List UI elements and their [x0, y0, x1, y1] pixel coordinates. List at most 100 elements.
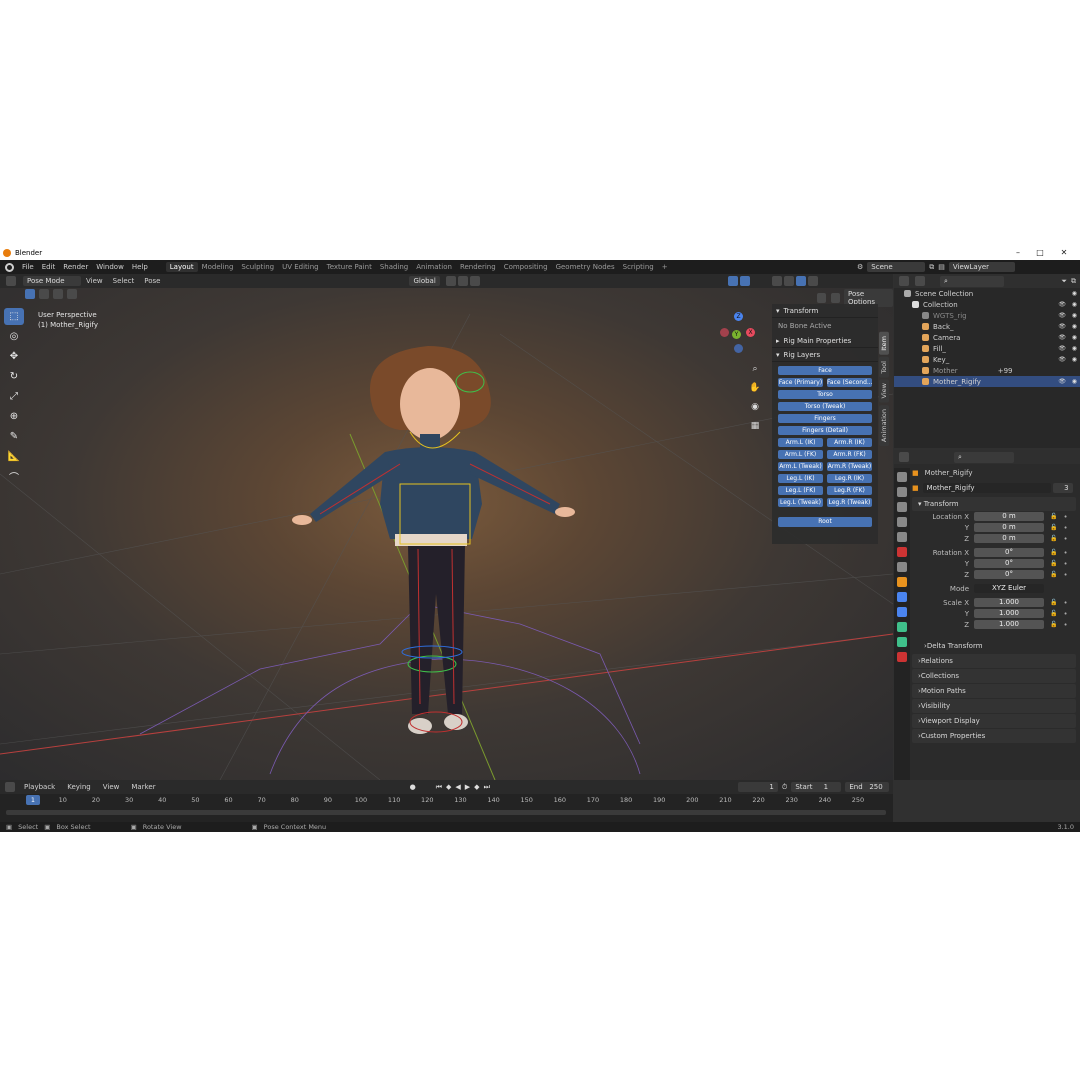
camera-icon[interactable]: ◉	[1072, 323, 1077, 330]
keyframe-dot-icon[interactable]: •	[1063, 571, 1067, 579]
outliner-item[interactable]: WGTS_rig 👁 ◉	[894, 310, 1080, 321]
overlay-toggle-icon[interactable]	[739, 276, 750, 286]
select-invert-icon[interactable]	[67, 289, 77, 299]
world-props-icon[interactable]	[897, 547, 907, 557]
lock-icon[interactable]: 🔓	[1050, 610, 1057, 617]
lock-icon[interactable]: 🔓	[1050, 513, 1057, 520]
keyframe-dot-icon[interactable]: •	[1063, 549, 1067, 557]
lock-icon[interactable]: 🔓	[1050, 621, 1057, 628]
users-count[interactable]: 3	[1052, 483, 1073, 493]
properties-type-icon[interactable]	[899, 452, 909, 462]
wireframe-shading-icon[interactable]	[771, 276, 782, 286]
filter-icon[interactable]: ⏷	[1061, 277, 1067, 286]
material-shading-icon[interactable]	[795, 276, 806, 286]
rotation-field[interactable]: 0°	[974, 570, 1044, 579]
tab-compositing[interactable]: Compositing	[500, 262, 552, 272]
rig-layer-button[interactable]: Face	[778, 366, 872, 375]
solid-shading-icon[interactable]	[783, 276, 794, 286]
properties-search-input[interactable]: ⌕	[954, 451, 1014, 463]
minimize-icon[interactable]: –	[1006, 246, 1030, 260]
annotate-tool-icon[interactable]: ✎	[4, 428, 24, 445]
tab-layout[interactable]: Layout	[165, 262, 198, 272]
location-field[interactable]: 0 m	[974, 523, 1044, 532]
rig-layer-button[interactable]: Arm.L (Tweak)	[778, 462, 823, 471]
tab-uv-editing[interactable]: UV Editing	[278, 262, 323, 272]
outliner-item[interactable]: Mother +99	[894, 365, 1080, 376]
gizmo-x-axis[interactable]: X	[746, 328, 755, 337]
move-tool-icon[interactable]: ✥	[4, 348, 24, 365]
camera-icon[interactable]: ◉	[1072, 356, 1077, 363]
editor-type-icon[interactable]	[6, 276, 16, 286]
close-icon[interactable]: ✕	[1052, 246, 1076, 260]
scene-props-icon[interactable]	[897, 532, 907, 542]
menu-marker[interactable]: Marker	[127, 783, 159, 791]
menu-playback[interactable]: Playback	[20, 783, 59, 791]
rig-layer-button[interactable]: Face (Second...	[827, 378, 872, 387]
jump-end-icon[interactable]: ⏭	[484, 783, 490, 792]
mirror-icon[interactable]	[817, 293, 827, 303]
select-box-tool-icon[interactable]: ⬚	[4, 308, 24, 325]
keyframe-dot-icon[interactable]: •	[1063, 535, 1067, 543]
new-scene-icon[interactable]: ⧉	[929, 263, 934, 272]
pan-hand-icon[interactable]: ✋	[748, 381, 762, 395]
menu-pose[interactable]: Pose	[139, 277, 165, 285]
rig-layer-button[interactable]: Leg.R (Tweak)	[827, 498, 872, 507]
camera-icon[interactable]: ◉	[1072, 345, 1077, 352]
x-mirror-icon[interactable]	[831, 293, 841, 303]
np-rig-main-header[interactable]: ▸ Rig Main Properties	[772, 334, 878, 348]
keyframe-dot-icon[interactable]: •	[1063, 599, 1067, 607]
prev-key-icon[interactable]: ◆	[446, 783, 451, 791]
outliner-item-selected[interactable]: Mother_Rigify 👁 ◉	[894, 376, 1080, 387]
playhead-frame[interactable]: 1	[26, 795, 40, 805]
rig-layer-button[interactable]: Leg.R (FK)	[827, 486, 872, 495]
timeline-editor-icon[interactable]	[5, 782, 15, 792]
breakdowner-tool-icon[interactable]: ⌒	[4, 468, 24, 485]
orientation-dropdown[interactable]: Global	[409, 276, 440, 286]
outliner-item[interactable]: Key_ 👁 ◉	[894, 354, 1080, 365]
scene-name-field[interactable]: Scene	[867, 262, 926, 272]
rig-layer-button[interactable]: Leg.L (FK)	[778, 486, 823, 495]
menu-select[interactable]: Select	[108, 277, 140, 285]
property-section-header[interactable]: › Delta Transform	[912, 639, 1076, 653]
eye-icon[interactable]: 👁	[1058, 301, 1066, 308]
eye-icon[interactable]: 👁	[1058, 312, 1066, 319]
outliner-type-icon[interactable]	[899, 276, 909, 286]
start-frame-field[interactable]: Start 1	[791, 782, 842, 792]
rotate-tool-icon[interactable]: ↻	[4, 368, 24, 385]
keyframe-dot-icon[interactable]: •	[1063, 513, 1067, 521]
proportional-icon[interactable]	[469, 276, 480, 286]
lock-icon[interactable]: 🔓	[1050, 560, 1057, 567]
camera-icon[interactable]: ◉	[1072, 290, 1077, 297]
physics-props-icon[interactable]	[897, 592, 907, 602]
rig-layer-button[interactable]: Fingers (Detail)	[778, 426, 872, 435]
keyframe-dot-icon[interactable]: •	[1063, 610, 1067, 618]
outliner-item[interactable]: Camera 👁 ◉	[894, 332, 1080, 343]
output-props-icon[interactable]	[897, 502, 907, 512]
next-key-icon[interactable]: ◆	[474, 783, 479, 791]
navigation-gizmo[interactable]: Z X Y	[712, 310, 760, 358]
timeline-ruler[interactable]: 1102030405060708090100110120130140150160…	[0, 796, 893, 806]
eye-icon[interactable]: 👁	[1058, 356, 1066, 363]
tab-shading[interactable]: Shading	[376, 262, 412, 272]
gizmo-neg-x-axis[interactable]	[720, 328, 729, 337]
menu-file[interactable]: File	[18, 263, 38, 271]
camera-icon[interactable]: ◉	[1072, 378, 1077, 385]
viewlayer-field[interactable]: ViewLayer	[948, 262, 1015, 272]
outliner-scene-collection[interactable]: Scene Collection ◉	[894, 288, 1080, 299]
scale-field[interactable]: 1.000	[974, 598, 1044, 607]
rig-layer-button[interactable]: Face (Primary)	[778, 378, 823, 387]
rig-layer-button[interactable]: Torso (Tweak)	[778, 402, 872, 411]
rig-layer-button[interactable]: Torso	[778, 390, 872, 399]
rig-layer-button[interactable]: Arm.L (IK)	[778, 438, 823, 447]
lock-icon[interactable]: 🔓	[1050, 571, 1057, 578]
play-reverse-icon[interactable]: ◀	[455, 783, 460, 791]
root-layer-button[interactable]: Root	[778, 517, 872, 527]
np-rig-layers-header[interactable]: ▾ Rig Layers	[772, 348, 878, 362]
select-subtract-icon[interactable]	[53, 289, 63, 299]
gizmo-neg-z-axis[interactable]	[734, 344, 743, 353]
rig-layer-button[interactable]: Arm.R (Tweak)	[827, 462, 872, 471]
armature-props-icon[interactable]	[897, 622, 907, 632]
tab-modeling[interactable]: Modeling	[198, 262, 238, 272]
transform-tool-icon[interactable]: ⊕	[4, 408, 24, 425]
menu-view-timeline[interactable]: View	[99, 783, 124, 791]
